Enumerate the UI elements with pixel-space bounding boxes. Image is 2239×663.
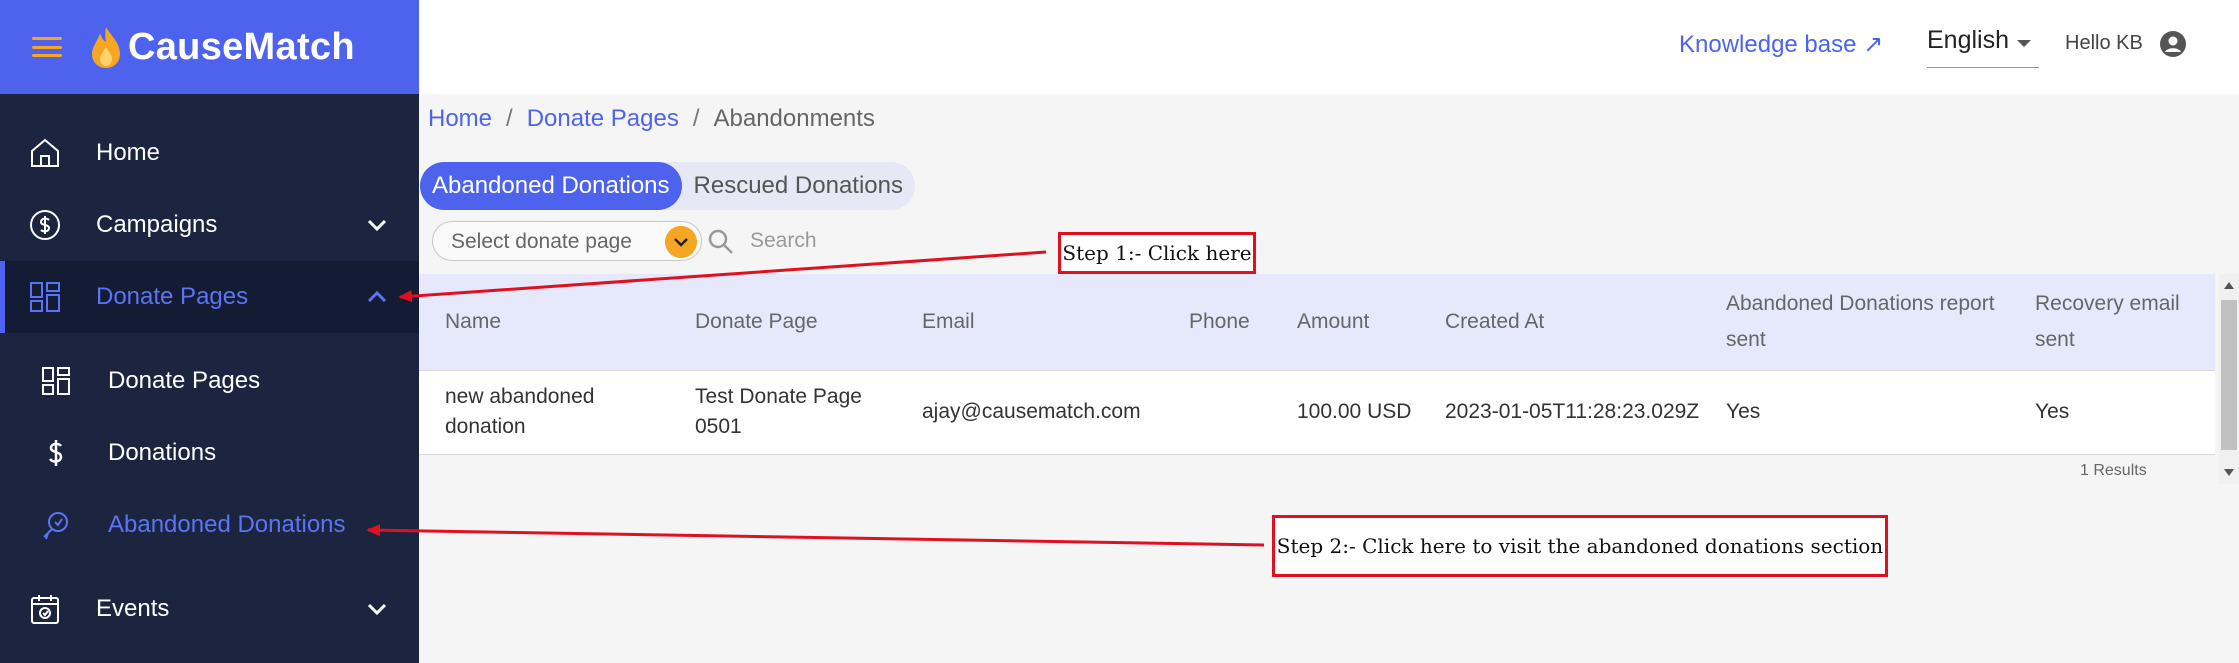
search-input[interactable]	[750, 221, 1010, 261]
sidebar-subitem-label: Abandoned Donations	[108, 511, 346, 538]
annotation-step2: Step 2:- Click here to visit the abandon…	[1272, 515, 1888, 577]
rescue-icon	[43, 512, 68, 540]
sidebar-subitem-donations[interactable]: Donations	[0, 418, 419, 488]
brand-header: CauseMatch	[0, 0, 419, 94]
donate-page-select[interactable]: Select donate page	[432, 221, 702, 261]
topbar: Knowledge base ↗ English Hello KB	[419, 0, 2239, 94]
sidebar-item-home[interactable]: Home	[0, 117, 419, 189]
cell-created-at: 2023-01-05T11:28:23.029Z	[1445, 400, 1700, 423]
breadcrumb-current: Abandonments	[713, 105, 875, 132]
sidebar-item-label: Campaigns	[96, 211, 218, 238]
tab-bar: Abandoned Donations Rescued Donations	[420, 162, 915, 210]
sidebar-item-campaigns[interactable]: Campaigns	[0, 189, 419, 261]
annotation-step1: Step 1:- Click here	[1058, 232, 1256, 274]
sidebar-subitem-label: Donations	[108, 439, 217, 466]
breadcrumb: Home / Donate Pages / Abandonments	[428, 105, 875, 133]
dollar-icon	[49, 440, 63, 466]
select-placeholder: Select donate page	[451, 230, 632, 253]
sidebar-item-donate-pages[interactable]: Donate Pages	[0, 261, 419, 333]
cell-phone	[1163, 370, 1271, 454]
table-header-row: Name Donate Page Email Phone Amount Crea…	[419, 274, 2215, 370]
menu-icon[interactable]	[32, 37, 62, 57]
flame-icon	[92, 27, 120, 68]
abandonments-table: Name Donate Page Email Phone Amount Crea…	[419, 274, 2215, 455]
column-header-donate-page[interactable]: Donate Page	[669, 274, 896, 370]
grid-icon	[30, 282, 60, 312]
knowledge-base-link[interactable]: Knowledge base ↗	[1679, 30, 1883, 59]
cell-report-sent: Yes	[1726, 400, 1761, 423]
arrow-step2	[366, 524, 1265, 547]
caret-down-icon	[2017, 40, 2031, 47]
cell-name: new abandoned donation	[445, 385, 595, 438]
column-header-created-at[interactable]: Created At	[1419, 274, 1700, 370]
vertical-scrollbar[interactable]	[2219, 274, 2239, 484]
logo[interactable]: CauseMatch	[90, 25, 355, 69]
chevron-down-icon	[367, 603, 387, 616]
user-greeting: Hello KB	[2065, 32, 2143, 54]
sidebar-item-label: Events	[96, 595, 170, 622]
table-row[interactable]: new abandoned donation Test Donate Page …	[419, 370, 2215, 454]
language-select[interactable]: English	[1927, 26, 2039, 68]
home-icon	[31, 138, 59, 167]
calendar-icon	[31, 595, 59, 624]
breadcrumb-separator: /	[692, 105, 700, 132]
cell-amount: 100.00 USD	[1297, 400, 1412, 423]
tab-abandoned-donations[interactable]: Abandoned Donations	[420, 162, 682, 210]
breadcrumb-home[interactable]: Home	[428, 105, 492, 133]
cell-donate-page: Test Donate Page 0501	[695, 385, 862, 438]
dollar-circle-icon	[30, 210, 60, 240]
tab-rescued-donations[interactable]: Rescued Donations	[682, 162, 915, 210]
account-icon[interactable]	[2159, 30, 2187, 58]
search-icon[interactable]	[707, 228, 735, 256]
breadcrumb-donate-pages[interactable]: Donate Pages	[527, 105, 679, 133]
cell-email: ajay@causematch.com	[922, 400, 1141, 423]
brand-name: CauseMatch	[128, 25, 355, 68]
cell-recovery-sent: Yes	[2035, 400, 2070, 423]
column-header-name[interactable]: Name	[419, 274, 669, 370]
column-header-report-sent[interactable]: Abandoned Donations report sent	[1700, 274, 2009, 370]
breadcrumb-separator: /	[506, 105, 513, 132]
chevron-down-icon	[665, 226, 697, 258]
sidebar: CauseMatch Home Campaigns Donate Pages D…	[0, 0, 419, 663]
column-header-phone[interactable]: Phone	[1163, 274, 1271, 370]
results-count: 1 Results	[2080, 462, 2147, 479]
sidebar-subitem-label: Donate Pages	[108, 367, 261, 394]
sidebar-subitem-donate-pages[interactable]: Donate Pages	[0, 346, 419, 416]
sidebar-item-label: Home	[96, 139, 161, 166]
sidebar-item-events[interactable]: Events	[0, 573, 419, 645]
grid-icon	[42, 367, 70, 395]
language-value: English	[1927, 26, 2009, 54]
scrollbar-thumb[interactable]	[2221, 300, 2237, 450]
column-header-amount[interactable]: Amount	[1271, 274, 1419, 370]
scroll-up-icon[interactable]	[2224, 282, 2234, 289]
scroll-down-icon[interactable]	[2224, 469, 2234, 476]
sidebar-subitem-abandoned-donations[interactable]: Abandoned Donations	[0, 490, 419, 560]
sidebar-item-label: Donate Pages	[96, 283, 249, 310]
column-header-recovery-sent[interactable]: Recovery email sent	[2009, 274, 2215, 370]
chevron-down-icon	[367, 219, 387, 232]
column-header-email[interactable]: Email	[896, 274, 1163, 370]
chevron-up-icon	[367, 290, 387, 303]
